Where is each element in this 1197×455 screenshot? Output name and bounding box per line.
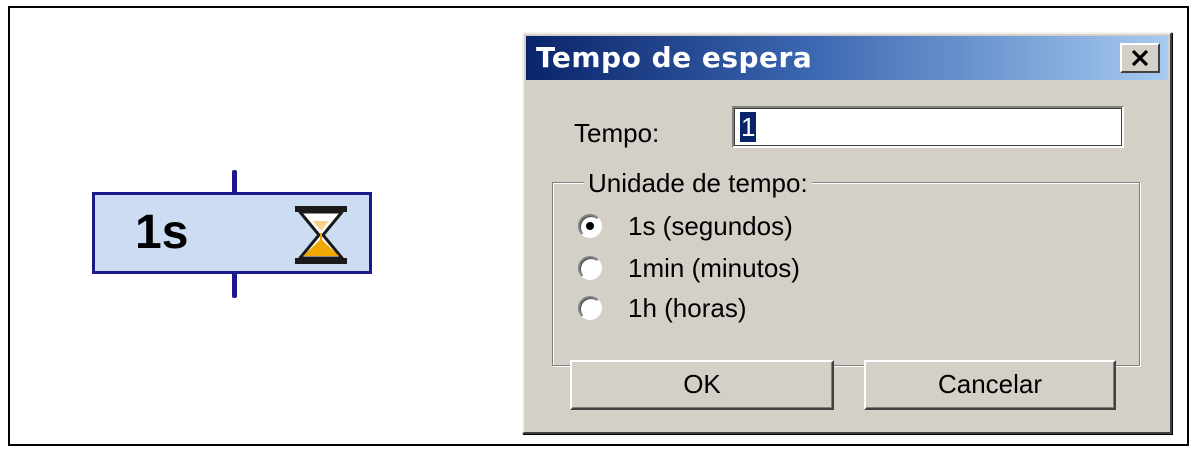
radio-label-hours: 1h (horas) <box>628 293 747 323</box>
radio-unselected-icon[interactable] <box>578 256 602 280</box>
radio-label-seconds: 1s (segundos) <box>628 211 793 241</box>
hourglass-icon <box>295 206 347 264</box>
cancel-button[interactable]: Cancelar <box>864 360 1116 410</box>
tempo-label: Tempo: <box>574 118 660 148</box>
timer-block[interactable]: 1s <box>92 192 372 274</box>
tempo-value: 1 <box>740 112 757 142</box>
close-icon <box>1131 49 1149 67</box>
close-button[interactable] <box>1120 43 1160 73</box>
radio-label-minutes: 1min (minutos) <box>628 253 800 283</box>
dialog-title: Tempo de espera <box>536 41 813 74</box>
connector-bottom <box>232 272 237 298</box>
connector-top <box>232 170 237 194</box>
radio-unselected-icon[interactable] <box>578 296 602 320</box>
tempo-input[interactable]: 1 <box>732 106 1124 148</box>
timer-label: 1s <box>135 206 189 259</box>
ok-button[interactable]: OK <box>570 360 834 410</box>
radio-option-hours[interactable]: 1h (horas) <box>578 292 747 324</box>
radio-option-seconds[interactable]: 1s (segundos) <box>578 210 793 242</box>
dialog-titlebar[interactable]: Tempo de espera <box>526 36 1168 80</box>
radio-option-minutes[interactable]: 1min (minutos) <box>578 252 800 284</box>
time-unit-group-title: Unidade de tempo: <box>584 168 812 198</box>
wait-time-dialog: Tempo de espera Tempo: 1 Unidade de temp… <box>522 32 1172 434</box>
radio-selected-icon[interactable] <box>578 214 602 238</box>
